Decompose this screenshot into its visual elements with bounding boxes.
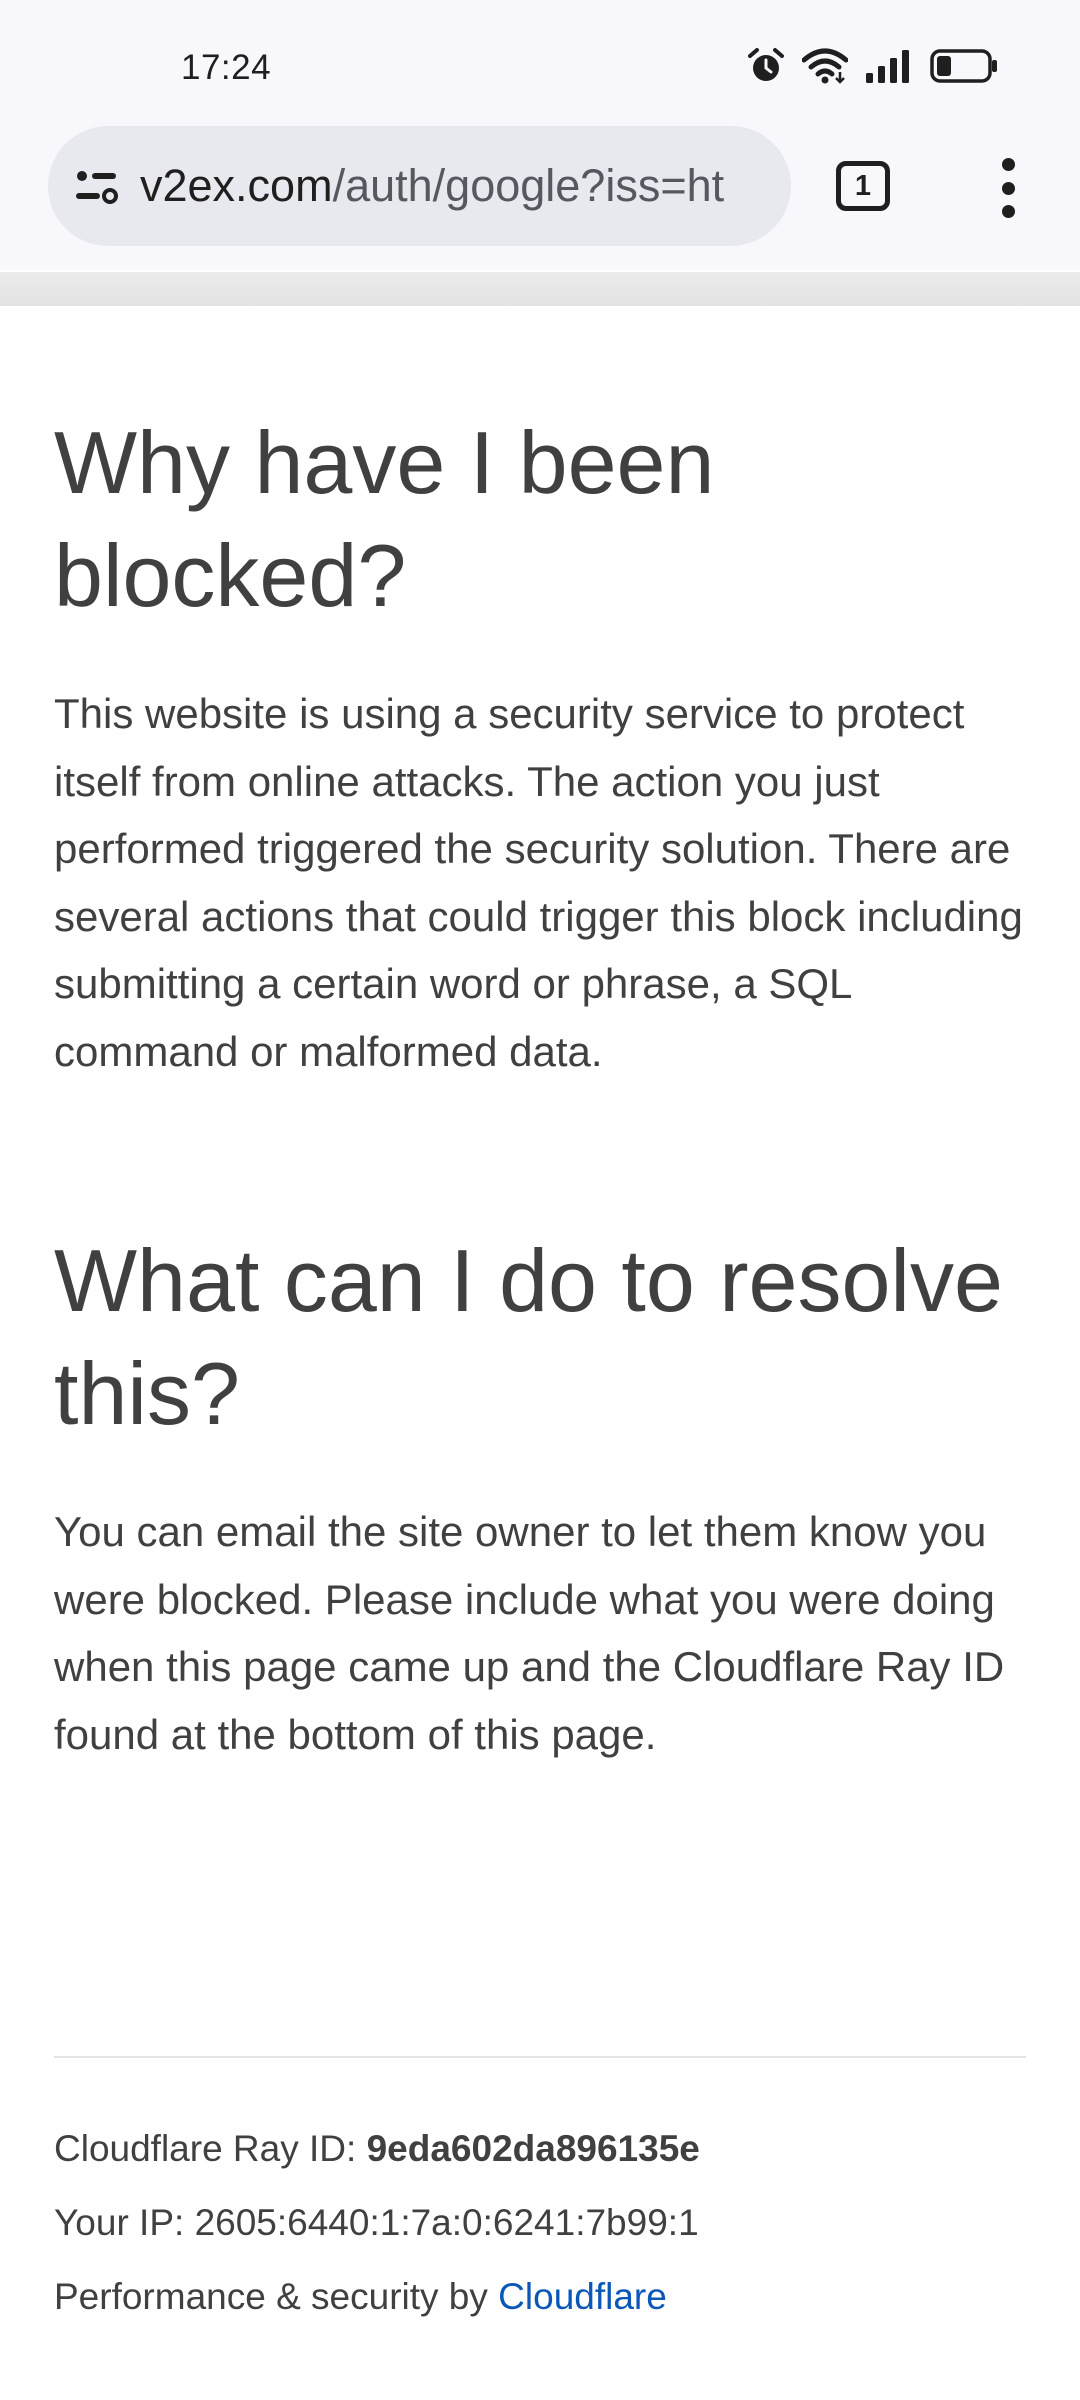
tab-count: 1 xyxy=(854,169,872,202)
ray-id-row: Cloudflare Ray ID: 9eda602da896135e xyxy=(54,2112,1044,2186)
tab-switcher-icon[interactable]: 1 xyxy=(836,161,890,211)
status-icons xyxy=(748,46,998,86)
site-settings-icon[interactable] xyxy=(72,162,120,210)
cloudflare-link[interactable]: Cloudflare xyxy=(498,2276,667,2317)
more-menu-icon[interactable] xyxy=(990,158,1026,218)
alarm-icon xyxy=(748,48,784,81)
browser-chrome: 17:24 v2ex.com/auth/google?iss=ht 1 xyxy=(0,0,1080,270)
footer-divider xyxy=(54,2056,1026,2058)
battery-icon xyxy=(930,49,997,83)
wifi-icon xyxy=(802,48,848,84)
url-domain: v2ex.com xyxy=(140,160,333,211)
ray-id-value: 9eda602da896135e xyxy=(366,2128,700,2169)
status-time: 17:24 xyxy=(181,48,272,87)
ip-value: 2605:6440:1:7a:0:6241:7b99:1 xyxy=(194,2202,699,2243)
heading-why-blocked: Why have I been blocked? xyxy=(54,413,715,625)
ip-label: Your IP: xyxy=(54,2202,185,2243)
heading-resolve: What can I do to resolve this? xyxy=(54,1231,1003,1443)
footer: Cloudflare Ray ID: 9eda602da896135e Your… xyxy=(54,2112,1044,2334)
performance-row: Performance & security by Cloudflare xyxy=(54,2260,1044,2334)
url-text[interactable]: v2ex.com/auth/google?iss=ht xyxy=(140,160,724,212)
address-bar[interactable]: v2ex.com/auth/google?iss=ht xyxy=(48,126,791,246)
performance-label: Performance & security by xyxy=(54,2276,488,2317)
ip-row: Your IP: 2605:6440:1:7a:0:6241:7b99:1 xyxy=(54,2186,1044,2260)
url-path: /auth/google?iss=ht xyxy=(332,160,725,211)
cell-signal-icon xyxy=(866,50,909,83)
ray-id-label: Cloudflare Ray ID: xyxy=(54,2128,357,2169)
paragraph-resolve: You can email the site owner to let them… xyxy=(54,1508,1005,1758)
toolbar-shadow xyxy=(0,272,1080,306)
paragraph-why-blocked: This website is using a security service… xyxy=(54,690,1023,1075)
